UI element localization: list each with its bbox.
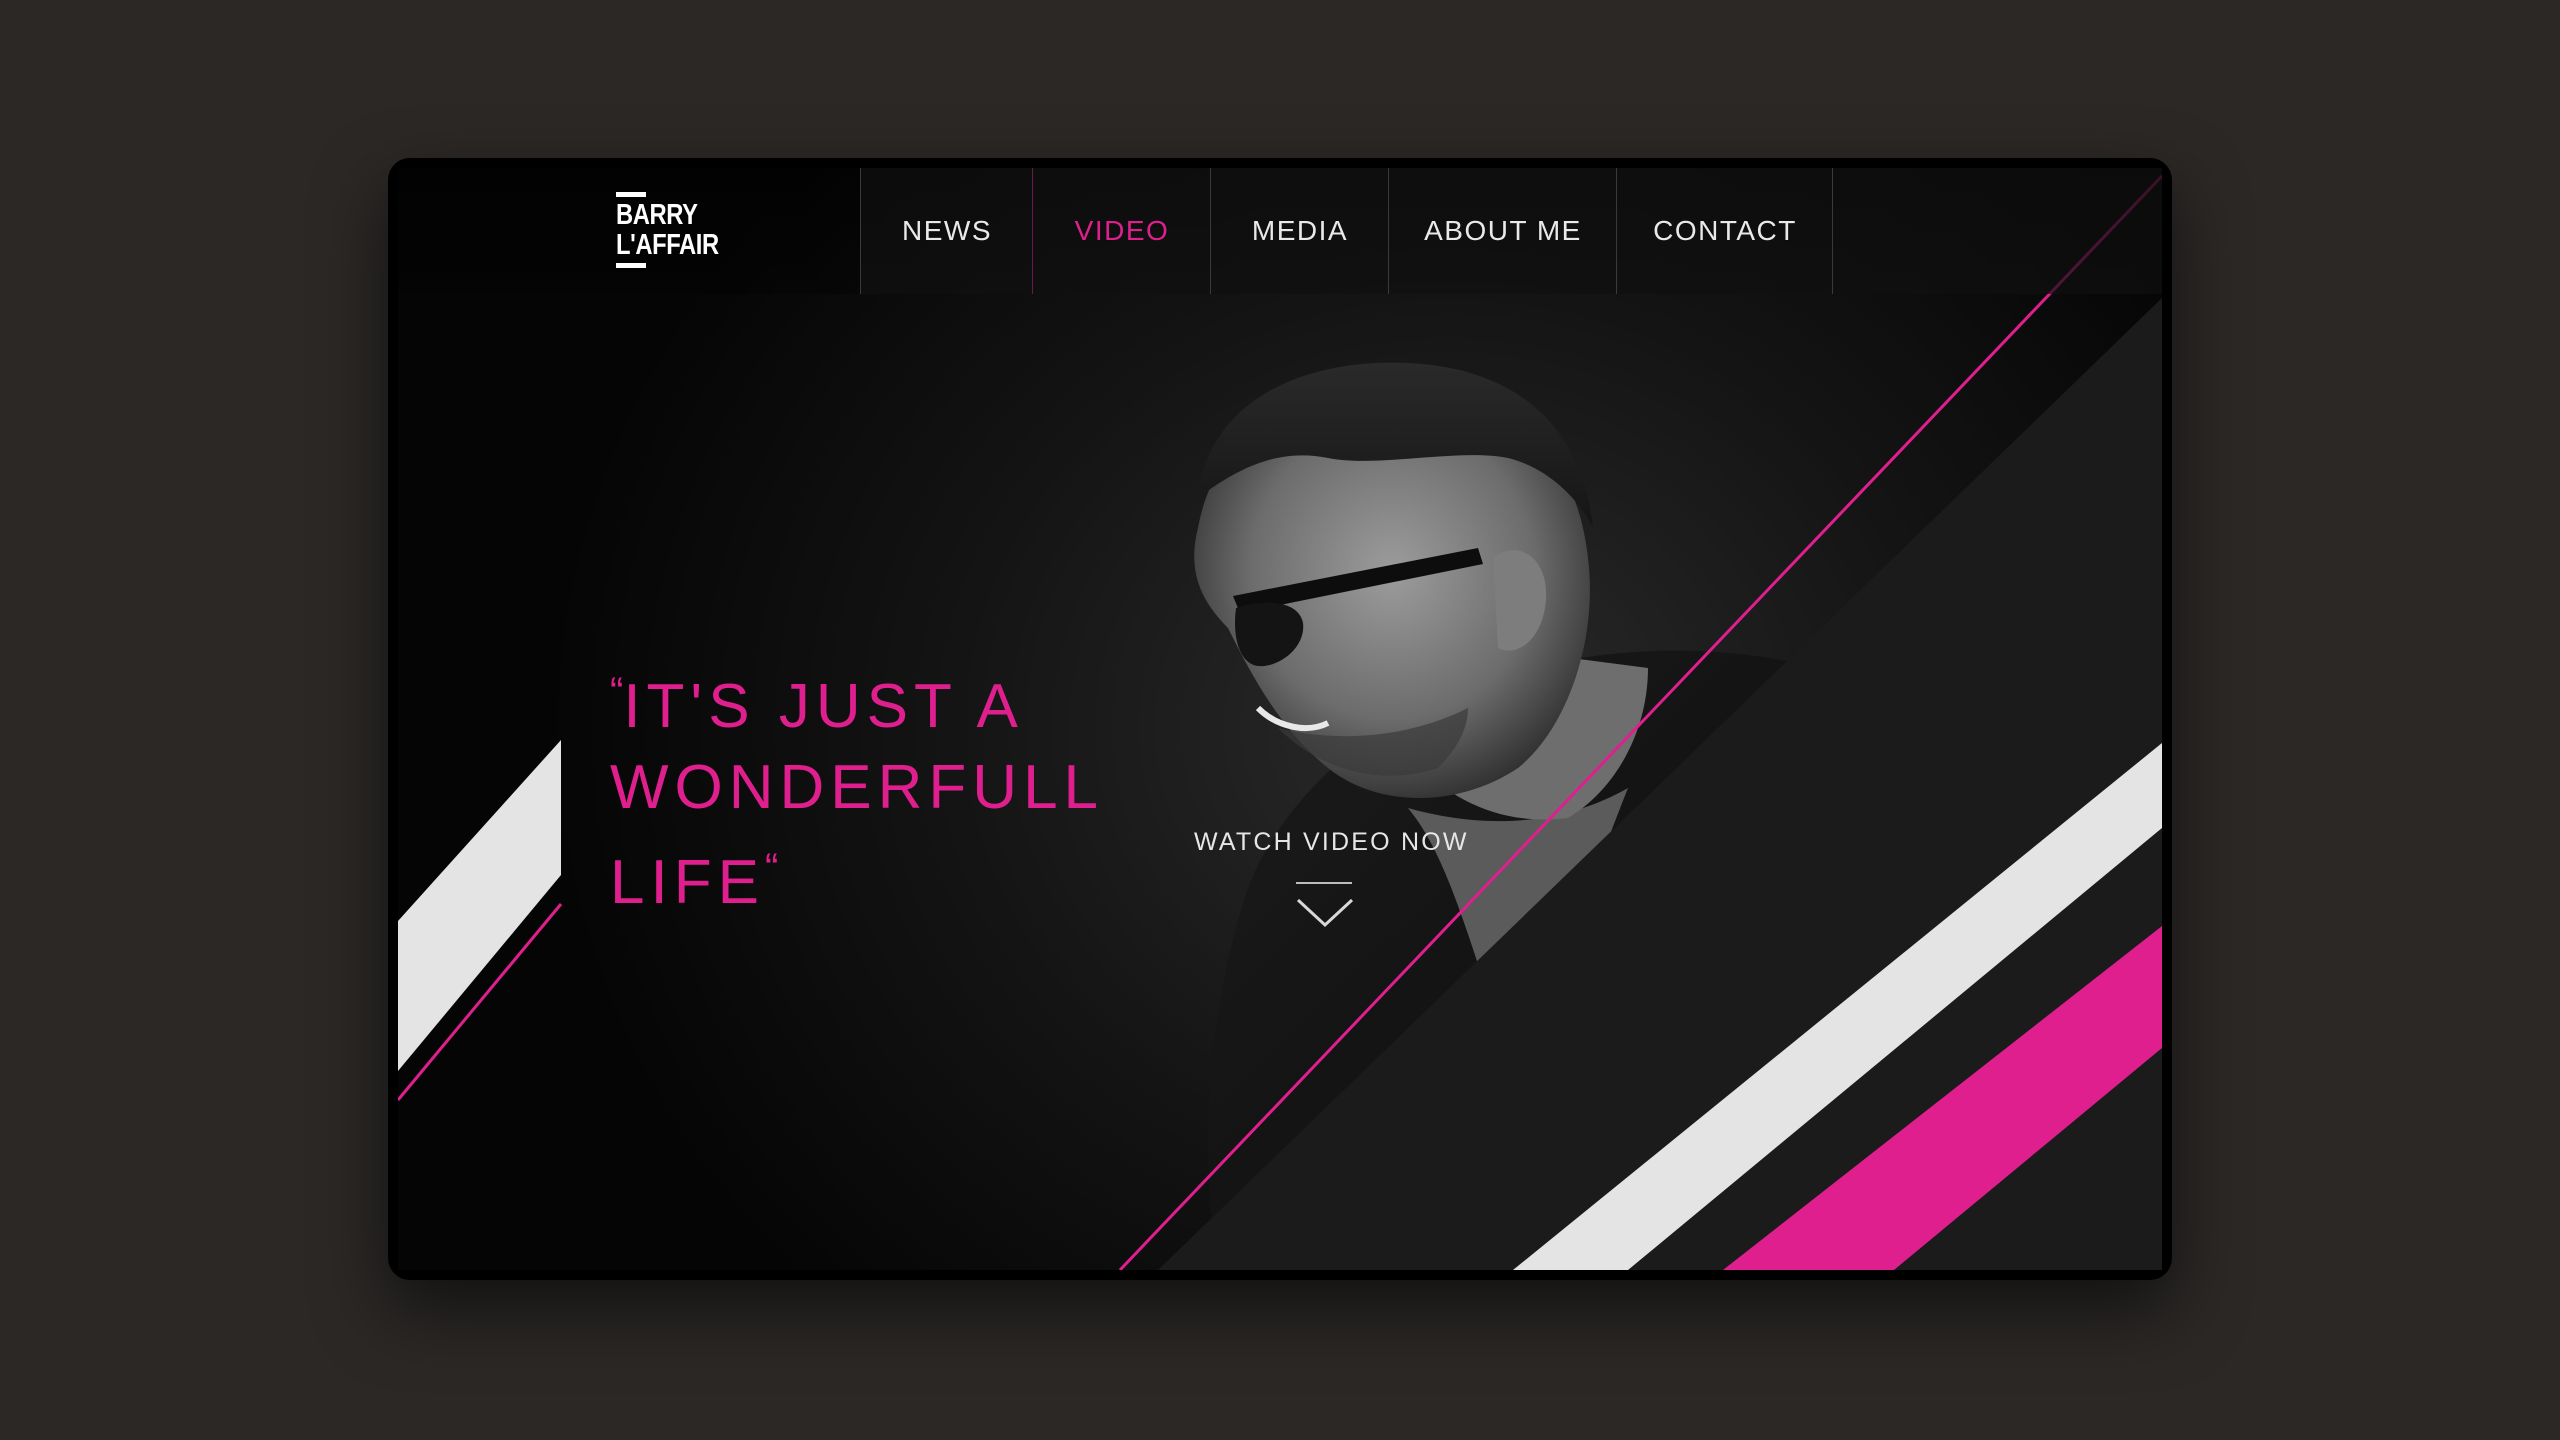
close-quote-mark: “ (764, 846, 779, 890)
nav-divider-end (1832, 168, 1833, 294)
top-navigation: BARRY L'AFFAIR NEWS VIDEO MEDIA ABOUT ME… (398, 168, 2162, 294)
nav-item-media[interactable]: MEDIA (1210, 168, 1389, 294)
hero-quote-line-2: WONDERFULL (610, 753, 1105, 822)
hero-quote-text-1: IT'S JUST A (623, 672, 1024, 741)
chevron-down-icon[interactable] (1296, 898, 1354, 928)
logo-line-2: L'AFFAIR (616, 229, 719, 261)
hero-quote-line-1: “IT'S JUST A (610, 652, 1104, 747)
logo-bar-top (616, 192, 646, 197)
logo-bar-bottom (616, 263, 646, 268)
hero-quote-text-3: LIFE (610, 848, 765, 917)
nav-item-about-me[interactable]: ABOUT ME (1388, 168, 1617, 294)
hero-quote-line-3: LIFE“ (610, 828, 1104, 923)
nav-item-video[interactable]: VIDEO (1032, 168, 1211, 294)
watch-video-divider (1296, 882, 1352, 884)
logo-line-1: BARRY (616, 199, 698, 231)
browser-frame: BARRY L'AFFAIR NEWS VIDEO MEDIA ABOUT ME… (388, 158, 2172, 1280)
watch-video-link[interactable]: WATCH VIDEO NOW (1194, 828, 1469, 857)
brand-logo[interactable]: BARRY L'AFFAIR (616, 192, 726, 268)
nav-item-news[interactable]: NEWS (860, 168, 1033, 294)
hero-quote: “IT'S JUST A WONDERFULL LIFE“ (610, 652, 1104, 923)
hero-screen: BARRY L'AFFAIR NEWS VIDEO MEDIA ABOUT ME… (398, 168, 2162, 1270)
stripe-light-left (398, 740, 561, 1071)
open-quote-mark: “ (610, 670, 624, 714)
nav-item-contact[interactable]: CONTACT (1616, 168, 1833, 294)
